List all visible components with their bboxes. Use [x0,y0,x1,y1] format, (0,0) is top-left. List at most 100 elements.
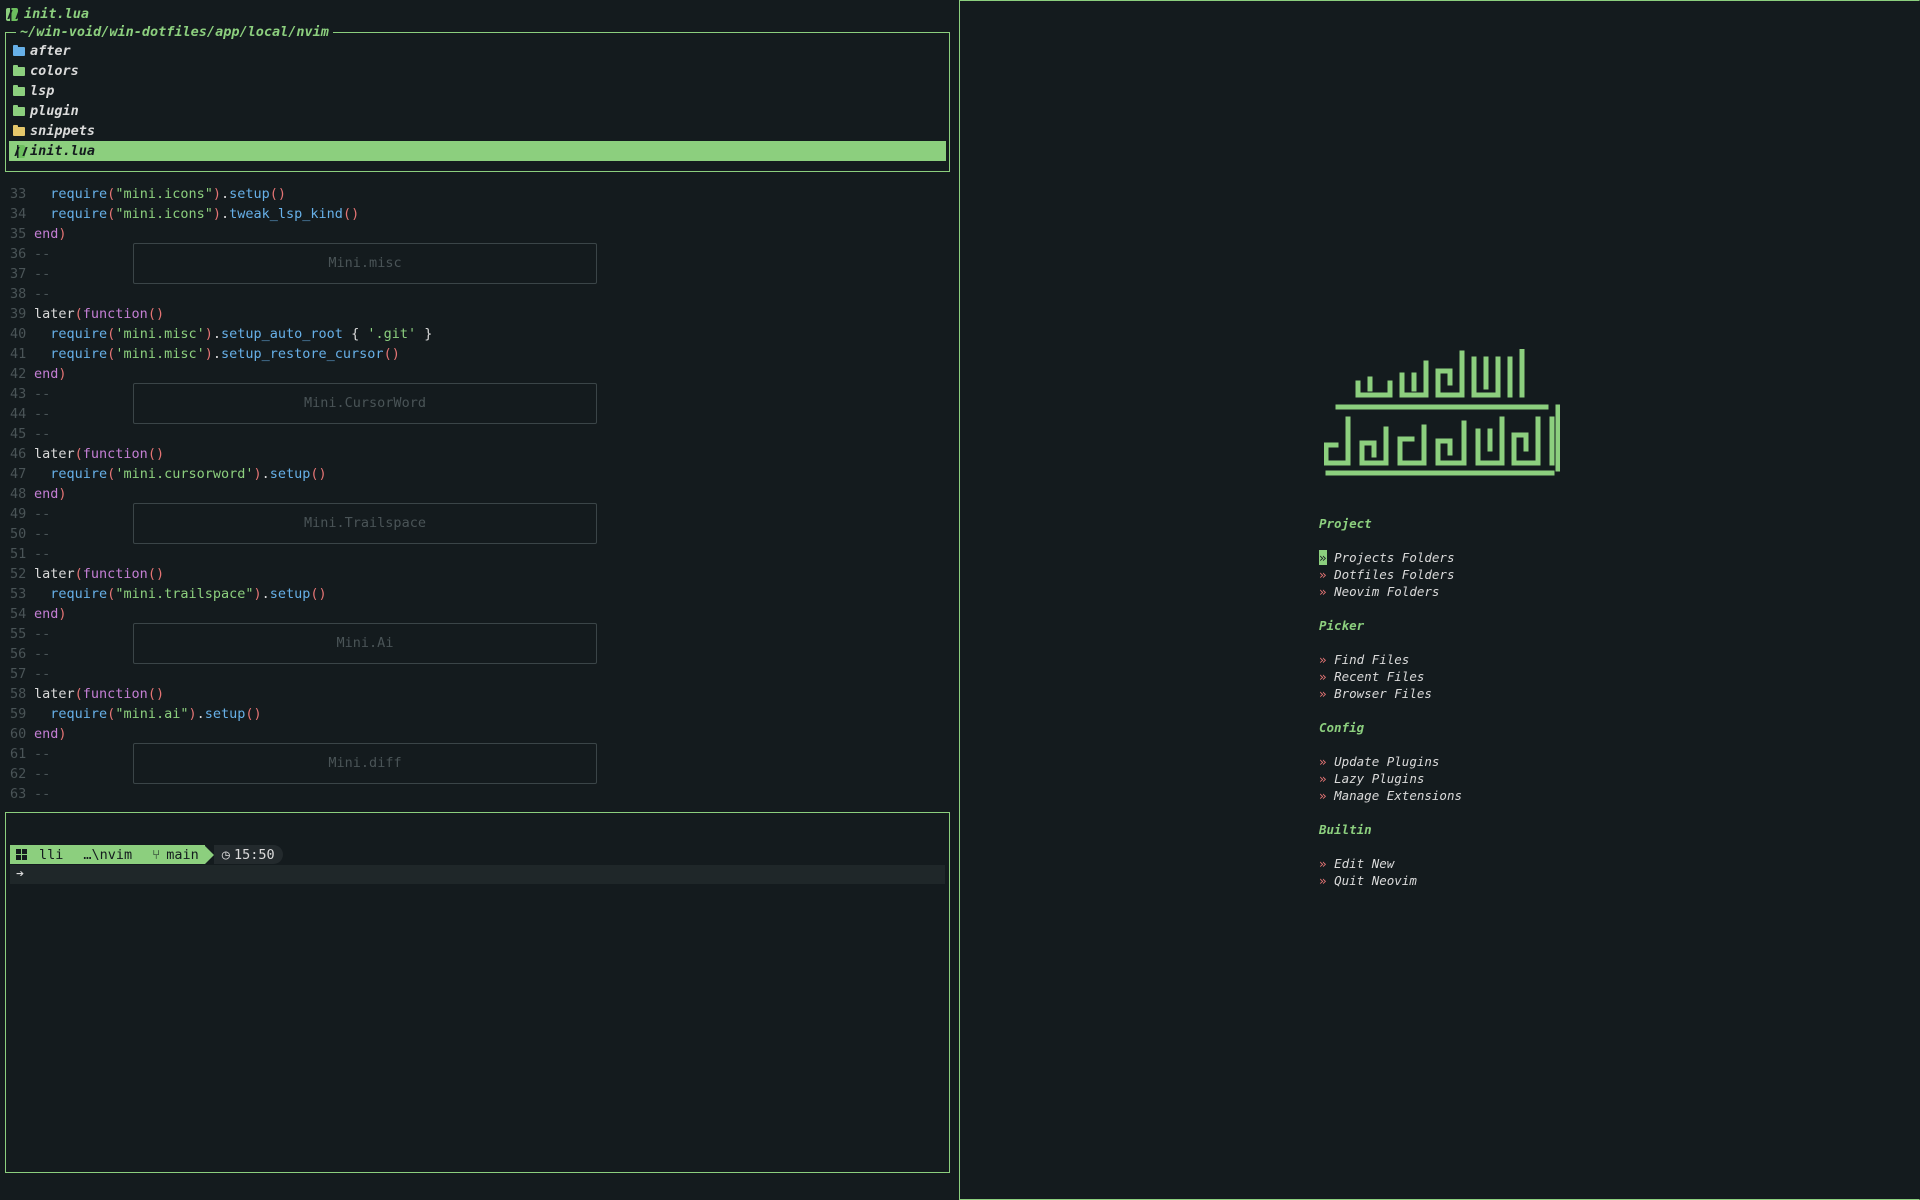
code-line[interactable]: 58 later(function() [0,684,950,704]
dashboard-item[interactable]: » Browser Files [1319,685,1432,702]
line-number: 50 [10,526,27,542]
prompt-segment-time: ◷ 15:50 [213,845,283,864]
line-text: -- [34,246,51,262]
line-text: -- [34,746,51,762]
line-number: 43 [10,386,27,402]
code-line[interactable]: 52 later(function() [0,564,950,584]
line-text: -- [34,646,51,662]
prompt-dir: …\nvim [83,846,133,863]
prompt-segment-user: lli …\nvim ⑂ main [10,845,205,864]
line-text: require('mini.misc').setup_auto_root { '… [50,326,433,342]
dashboard-item[interactable]: » Neovim Folders [1319,583,1439,600]
line-text: require("mini.ai").setup() [50,706,262,722]
line-number: 63 [10,786,27,802]
dashboard-item[interactable]: » Recent Files [1319,668,1424,685]
tabline[interactable]: init.lua [6,4,89,24]
explorer-item-label: snippets [30,123,96,139]
line-text: -- [34,286,51,302]
line-text: end) [34,606,67,622]
code-line[interactable]: 48 end) [0,484,950,504]
code-line[interactable]: 39 later(function() [0,304,950,324]
dashboard-item[interactable]: » Manage Extensions [1319,787,1462,804]
neovim-icon [13,144,25,158]
code-line[interactable]: 40 require('mini.misc').setup_auto_root … [0,324,950,344]
line-number: 33 [10,186,27,202]
line-number: 39 [10,306,27,322]
chevron-right-icon: » [1319,856,1327,871]
terminal-input[interactable]: ➔ [10,865,945,884]
dashboard-item-label: Recent Files [1334,669,1425,684]
explorer-item[interactable]: after [9,41,946,61]
line-text: -- [34,626,51,642]
code-line[interactable]: 63 -- [0,784,950,804]
code-line[interactable]: 38 -- [0,284,950,304]
code-line[interactable]: 33 require("mini.icons").setup() [0,184,950,204]
line-text: -- [34,526,51,542]
code-line[interactable]: 47 require('mini.cursorword').setup() [0,464,950,484]
line-number: 57 [10,666,27,682]
dashboard-item-label: Quit Neovim [1334,873,1417,888]
dashboard-item[interactable]: » Projects Folders [1319,549,1454,566]
dashboard-item[interactable]: » Find Files [1319,651,1409,668]
explorer-path: ~/win-void/win-dotfiles/app/local/nvim [16,24,333,40]
line-text: require("mini.trailspace").setup() [50,586,327,602]
code-line[interactable]: 60 end) [0,724,950,744]
code-line[interactable]: 57 -- [0,664,950,684]
dashboard-item-label: Browser Files [1334,686,1432,701]
line-number: 59 [10,706,27,722]
dashboard-item-label: Edit New [1334,856,1395,871]
section-banner: Mini.Trailspace [133,503,597,544]
dashboard-item[interactable]: » Edit New [1319,855,1394,872]
explorer-item[interactable]: colors [9,61,946,81]
explorer-item[interactable]: init.lua [9,141,946,161]
explorer-item[interactable]: lsp [9,81,946,101]
line-text: end) [34,366,67,382]
line-number: 60 [10,726,27,742]
line-text: end) [34,726,67,742]
line-text: -- [34,786,51,802]
code-line[interactable]: 54 end) [0,604,950,624]
line-number: 52 [10,566,27,582]
dashboard-item[interactable]: » Update Plugins [1319,753,1439,770]
dashboard-section-title: Project [1319,516,1372,531]
code-line[interactable]: 35 end) [0,224,950,244]
dashboard-section-title: Config [1319,720,1365,735]
explorer-item-label: after [30,43,71,59]
code-line[interactable]: 45 -- [0,424,950,444]
code-line[interactable]: 53 require("mini.trailspace").setup() [0,584,950,604]
prompt-time: 15:50 [233,846,275,863]
line-number: 61 [10,746,27,762]
dashboard-item-label: Dotfiles Folders [1334,567,1455,582]
line-text: require('mini.misc').setup_restore_curso… [50,346,400,362]
code-line[interactable]: 59 require("mini.ai").setup() [0,704,950,724]
chevron-right-icon: » [1319,771,1327,786]
folder-icon [13,104,25,116]
line-text: -- [34,666,51,682]
prompt-arrow-icon: ➔ [16,866,25,882]
code-line[interactable]: 51 -- [0,544,950,564]
code-line[interactable]: 42 end) [0,364,950,384]
terminal-panel[interactable]: lli …\nvim ⑂ main ◷ 15:50 ➔ [5,812,950,1173]
section-banner: Mini.CursorWord [133,383,597,424]
line-text: end) [34,486,67,502]
git-branch-icon: ⑂ [152,846,161,863]
kufic-logo [1324,349,1560,476]
code-line[interactable]: 34 require("mini.icons").tweak_lsp_kind(… [0,204,950,224]
line-number: 38 [10,286,27,302]
dashboard-item[interactable]: » Lazy Plugins [1319,770,1424,787]
section-banner: Mini.diff [133,743,597,784]
folder-icon [13,84,25,96]
dashboard-section-title: Picker [1319,618,1365,633]
line-number: 42 [10,366,27,382]
dashboard-item[interactable]: » Dotfiles Folders [1319,566,1454,583]
line-number: 35 [10,226,27,242]
explorer-item[interactable]: plugin [9,101,946,121]
explorer-item[interactable]: snippets [9,121,946,141]
code-line[interactable]: 46 later(function() [0,444,950,464]
chevron-right-icon: » [1319,669,1327,684]
tab-filename[interactable]: init.lua [24,6,89,22]
line-number: 62 [10,766,27,782]
code-line[interactable]: 41 require('mini.misc').setup_restore_cu… [0,344,950,364]
dashboard-item[interactable]: » Quit Neovim [1319,872,1417,889]
explorer-item-label: plugin [30,103,79,119]
